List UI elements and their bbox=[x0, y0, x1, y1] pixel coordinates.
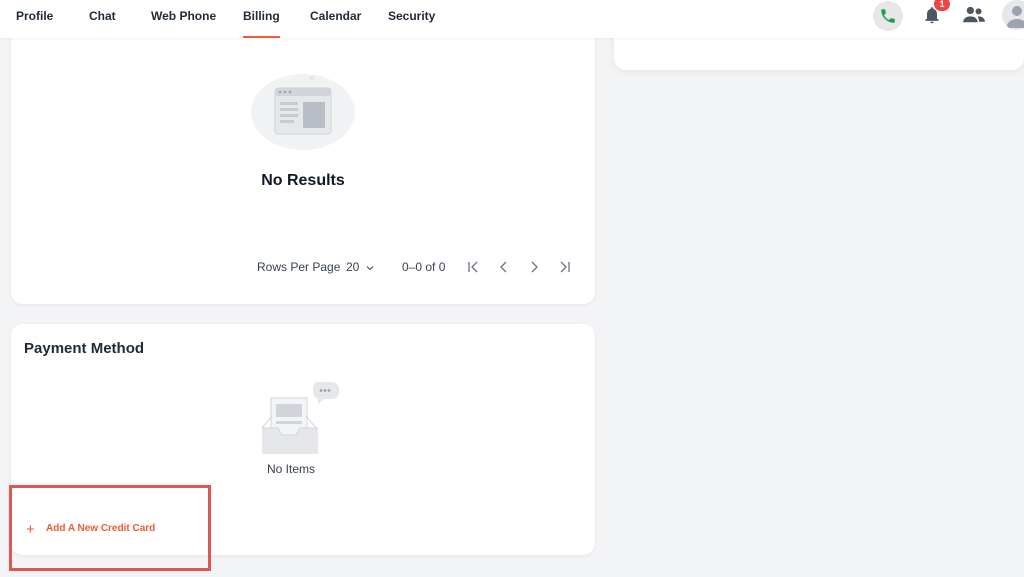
empty-inbox-illustration bbox=[261, 382, 339, 454]
last-page-icon[interactable] bbox=[558, 259, 572, 275]
people-icon[interactable] bbox=[962, 5, 986, 25]
billing-history-card: No Results Rows Per Page 20 0–0 of 0 bbox=[11, 22, 595, 304]
chevron-down-icon bbox=[366, 265, 374, 271]
previous-page-icon[interactable] bbox=[497, 259, 511, 275]
rows-per-page-label: Rows Per Page bbox=[257, 260, 341, 274]
top-navigation: Profile Chat Web Phone Billing Calendar … bbox=[0, 0, 1024, 38]
highlight-box bbox=[9, 485, 211, 571]
rows-per-page-value: 20 bbox=[346, 260, 360, 274]
tab-chat[interactable]: Chat bbox=[89, 0, 116, 36]
no-items-text: No Items bbox=[266, 462, 315, 476]
next-page-icon[interactable] bbox=[527, 259, 541, 275]
tab-profile[interactable]: Profile bbox=[16, 0, 53, 36]
empty-results-illustration bbox=[251, 74, 355, 150]
phone-icon bbox=[881, 9, 895, 23]
no-results-text: No Results bbox=[261, 172, 345, 189]
rows-per-page-select[interactable]: 20 bbox=[346, 260, 375, 274]
notification-badge: 1 bbox=[934, 0, 950, 11]
tab-security[interactable]: Security bbox=[388, 0, 435, 36]
payment-method-title: Payment Method bbox=[24, 340, 145, 357]
pagination-range: 0–0 of 0 bbox=[402, 260, 446, 274]
avatar[interactable] bbox=[1002, 0, 1024, 30]
tab-billing[interactable]: Billing bbox=[243, 0, 280, 38]
user-icon bbox=[1006, 6, 1024, 28]
call-button[interactable] bbox=[873, 1, 903, 31]
first-page-icon[interactable] bbox=[466, 259, 480, 275]
tab-calendar[interactable]: Calendar bbox=[310, 0, 361, 36]
tab-web-phone[interactable]: Web Phone bbox=[151, 0, 216, 36]
